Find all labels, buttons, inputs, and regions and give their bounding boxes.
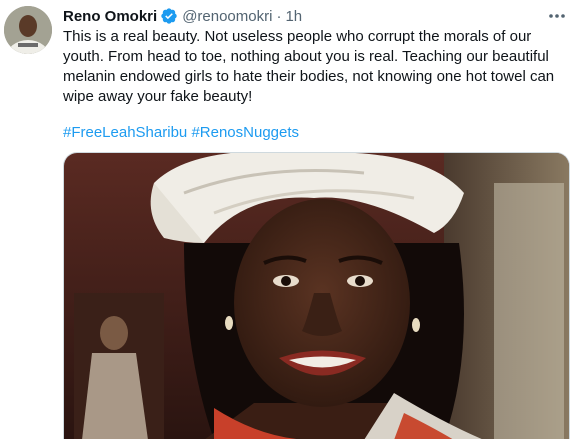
tweet-header: Reno Omokri @renoomokri · 1h [63, 5, 302, 27]
verified-badge-icon [160, 7, 178, 25]
tweet-card[interactable]: Reno Omokri @renoomokri · 1h This is a r… [0, 0, 581, 439]
hashtag-link[interactable]: #FreeLeahSharibu [63, 124, 187, 141]
hashtag-link[interactable]: #RenosNuggets [191, 124, 299, 141]
avatar[interactable] [4, 6, 52, 54]
separator-dot: · [276, 7, 282, 25]
tweet-text: This is a real beauty. Not useless peopl… [63, 28, 555, 105]
hashtag-list: #FreeLeahSharibu #RenosNuggets [63, 123, 299, 143]
author-name[interactable]: Reno Omokri [63, 8, 157, 25]
tweet-photo[interactable] [63, 152, 570, 439]
tweet-timestamp[interactable]: 1h [285, 8, 302, 25]
author-handle[interactable]: @renoomokri [182, 8, 272, 25]
more-options-icon[interactable] [545, 6, 569, 26]
